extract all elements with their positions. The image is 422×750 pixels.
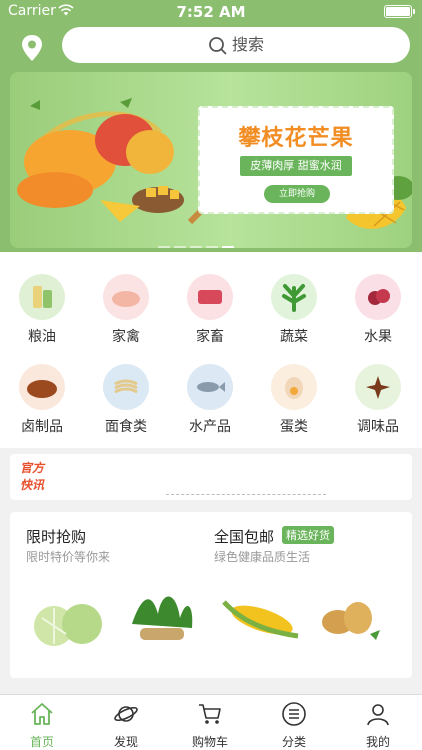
flash-sale-title: 限时抢购 bbox=[26, 528, 87, 546]
banner-subtitle: 皮薄肉厚 甜蜜水润 bbox=[240, 156, 352, 176]
potato-image bbox=[322, 602, 380, 640]
carousel-dot bbox=[206, 246, 218, 248]
news-scroll-text bbox=[166, 494, 326, 497]
list-icon bbox=[282, 702, 306, 726]
battery-icon bbox=[384, 5, 415, 18]
bottom-tab-bar: 首页 发现 购物车 分类 我的 bbox=[0, 694, 422, 750]
category-label: 蛋类 bbox=[280, 419, 308, 435]
category-label: 卤制品 bbox=[21, 419, 63, 435]
carousel-dot-active bbox=[222, 246, 234, 248]
category-braised[interactable]: 卤制品 bbox=[0, 364, 84, 436]
tab-home[interactable]: 首页 bbox=[0, 701, 84, 750]
category-egg[interactable]: 蛋类 bbox=[252, 364, 336, 436]
banner-card: 攀枝花芒果 皮薄肉厚 甜蜜水润 立即抢购 bbox=[198, 106, 394, 214]
noodle-icon bbox=[103, 364, 149, 410]
banner-title: 攀枝花芒果 bbox=[238, 126, 354, 151]
free-shipping-subtitle: 绿色健康品质生活 bbox=[214, 550, 311, 564]
corn-image bbox=[222, 600, 299, 639]
cabbage-image bbox=[34, 604, 102, 646]
category-noodle[interactable]: 面食类 bbox=[84, 364, 168, 436]
livestock-meat-icon bbox=[187, 274, 233, 320]
category-label: 蔬菜 bbox=[280, 329, 308, 345]
flash-sale-subtitle: 限时特价等你来 bbox=[26, 550, 111, 564]
tab-label: 我的 bbox=[365, 735, 390, 749]
featured-badge: 精选好货 bbox=[282, 526, 334, 544]
free-shipping-panel[interactable]: 全国包邮 精选好货 绿色健康品质生活 bbox=[206, 512, 402, 678]
header-area: Carrier 7:52 AM 搜索 攀枝花芒果 皮薄肉厚 甜蜜水润 立即抢购 bbox=[0, 0, 422, 252]
carousel-dot bbox=[174, 246, 186, 248]
category-grain-oil[interactable]: 粮油 bbox=[0, 274, 84, 346]
tab-label: 购物车 bbox=[191, 735, 228, 749]
tab-categories[interactable]: 分类 bbox=[252, 701, 336, 750]
search-label: 搜索 bbox=[231, 35, 264, 54]
status-bar: Carrier 7:52 AM bbox=[0, 0, 422, 24]
search-bar[interactable]: 搜索 bbox=[62, 27, 410, 63]
official-news-logo: 官方 快讯 bbox=[20, 460, 56, 494]
carousel-dot bbox=[190, 246, 202, 248]
news-ticker[interactable]: 官方 快讯 bbox=[10, 454, 412, 500]
category-label: 调味品 bbox=[357, 419, 399, 435]
category-seasoning[interactable]: 调味品 bbox=[336, 364, 420, 436]
category-label: 水果 bbox=[364, 329, 392, 345]
seafood-icon bbox=[187, 364, 233, 410]
home-icon bbox=[31, 703, 53, 725]
free-shipping-title: 全国包邮 bbox=[214, 528, 275, 546]
tab-label: 发现 bbox=[113, 735, 138, 749]
category-seafood[interactable]: 水产品 bbox=[168, 364, 252, 436]
tab-discover[interactable]: 发现 bbox=[84, 701, 168, 750]
promo-section: 限时抢购 限时特价等你来 全国包邮 精选好货 绿色健康品质生活 bbox=[10, 512, 412, 678]
category-fruit[interactable]: 水果 bbox=[336, 274, 420, 346]
category-livestock[interactable]: 家畜 bbox=[168, 274, 252, 346]
egg-icon bbox=[271, 364, 317, 410]
poultry-icon bbox=[103, 274, 149, 320]
flash-sale-panel[interactable]: 限时抢购 限时特价等你来 bbox=[10, 512, 206, 678]
vegetable-icon bbox=[271, 274, 317, 320]
greens-image bbox=[132, 596, 193, 640]
braised-food-icon bbox=[19, 364, 65, 410]
tab-label: 分类 bbox=[281, 735, 306, 749]
promo-banner[interactable]: 攀枝花芒果 皮薄肉厚 甜蜜水润 立即抢购 bbox=[10, 72, 412, 248]
category-grid: 粮油 家禽 家畜 蔬菜 水果 卤制品 面食类 水产品 蛋类 调味品 bbox=[0, 252, 422, 448]
location-pin-icon[interactable] bbox=[20, 34, 44, 62]
clock: 7:52 AM bbox=[176, 3, 246, 21]
carousel-dot bbox=[158, 246, 170, 248]
category-label: 家禽 bbox=[112, 329, 140, 345]
category-poultry[interactable]: 家禽 bbox=[84, 274, 168, 346]
carousel-indicator bbox=[158, 234, 238, 248]
planet-icon bbox=[114, 706, 138, 722]
news-logo-line1: 官方 bbox=[20, 461, 45, 475]
category-label: 面食类 bbox=[105, 419, 147, 435]
fruit-icon bbox=[355, 274, 401, 320]
cart-icon bbox=[199, 704, 221, 724]
search-icon bbox=[209, 36, 227, 55]
buy-now-button[interactable]: 立即抢购 bbox=[264, 185, 330, 203]
tab-cart[interactable]: 购物车 bbox=[168, 701, 252, 750]
user-icon bbox=[367, 704, 389, 726]
grain-oil-icon bbox=[19, 274, 65, 320]
category-vegetable[interactable]: 蔬菜 bbox=[252, 274, 336, 346]
news-logo-line2: 快讯 bbox=[20, 478, 45, 492]
category-label: 家畜 bbox=[196, 329, 224, 345]
tab-mine[interactable]: 我的 bbox=[336, 701, 420, 750]
tab-label: 首页 bbox=[29, 735, 54, 749]
category-label: 水产品 bbox=[189, 419, 231, 435]
seasoning-icon bbox=[355, 364, 401, 410]
category-label: 粮油 bbox=[28, 329, 56, 345]
mango-illustration bbox=[17, 98, 210, 225]
